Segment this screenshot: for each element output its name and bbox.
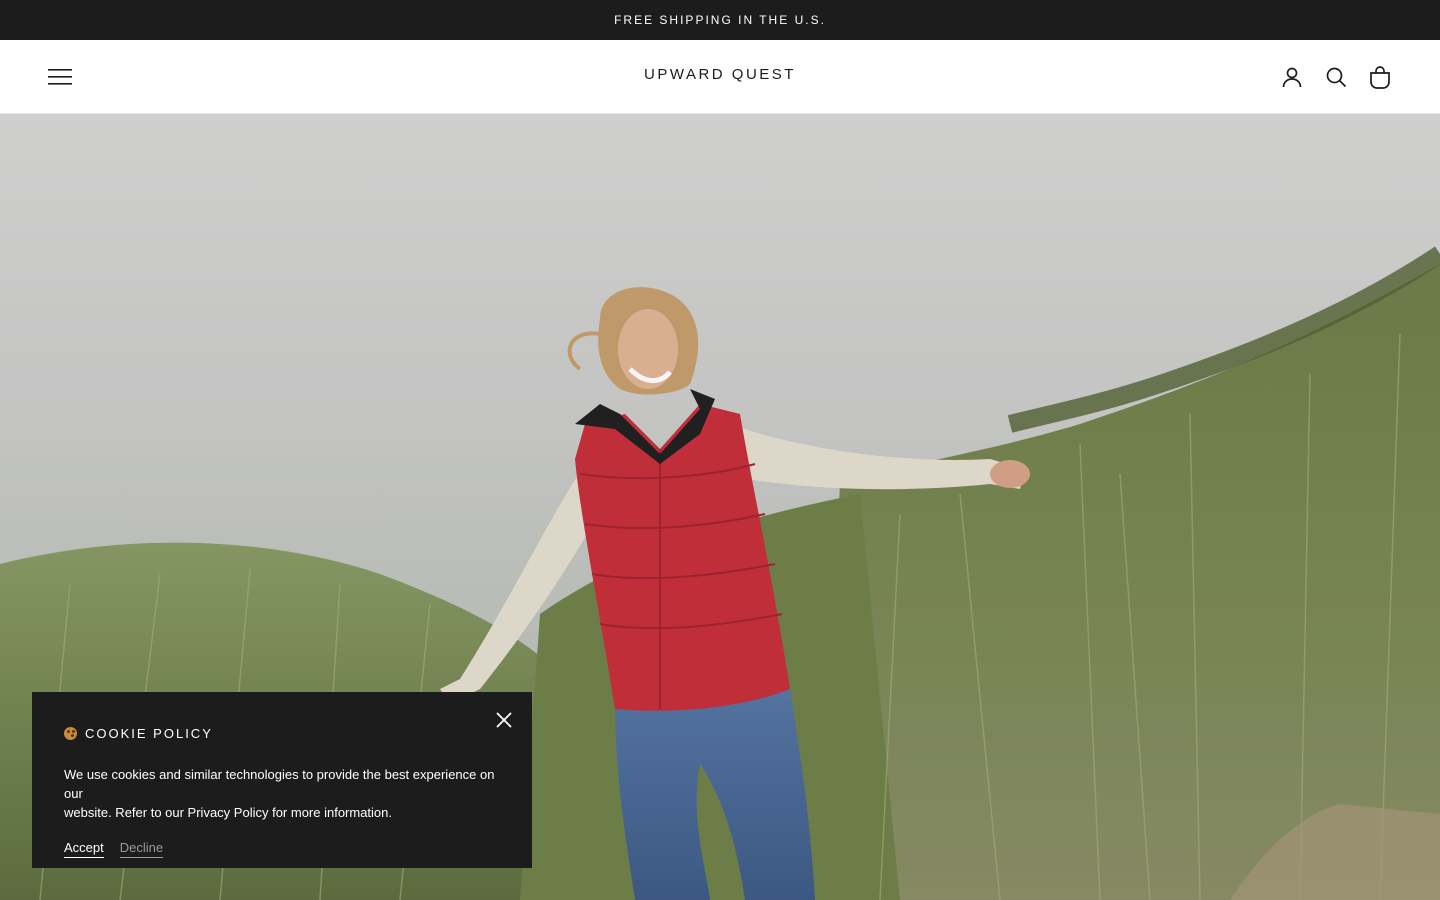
cookie-title-row: COOKIE POLICY	[64, 726, 500, 741]
cart-icon	[1370, 66, 1390, 89]
close-icon	[496, 712, 512, 728]
cookie-title: COOKIE POLICY	[85, 726, 213, 741]
site-header: UPWARD QUEST	[0, 40, 1440, 114]
cart-button[interactable]	[1368, 65, 1392, 89]
site-logo[interactable]: UPWARD QUEST	[0, 66, 1440, 83]
cookie-text: We use cookies and similar technologies …	[64, 765, 504, 822]
account-icon	[1282, 67, 1302, 88]
search-button[interactable]	[1324, 65, 1348, 89]
decline-button[interactable]: Decline	[119, 840, 164, 858]
close-button[interactable]	[496, 712, 512, 728]
cookie-text-line-2: website. Refer to our Privacy Policy for…	[64, 805, 393, 820]
announcement-text: FREE SHIPPING IN THE U.S.	[614, 13, 826, 27]
cookie-banner: COOKIE POLICY We use cookies and similar…	[32, 692, 532, 868]
accept-button[interactable]: Accept	[64, 840, 104, 858]
header-icons	[1280, 65, 1392, 89]
search-icon	[1326, 67, 1347, 88]
cookie-text-line-1: We use cookies and similar technologies …	[64, 767, 495, 801]
cookie-actions: Accept Decline	[64, 840, 500, 858]
cookie-icon	[64, 727, 77, 740]
account-button[interactable]	[1280, 65, 1304, 89]
announcement-bar: FREE SHIPPING IN THE U.S.	[0, 0, 1440, 40]
